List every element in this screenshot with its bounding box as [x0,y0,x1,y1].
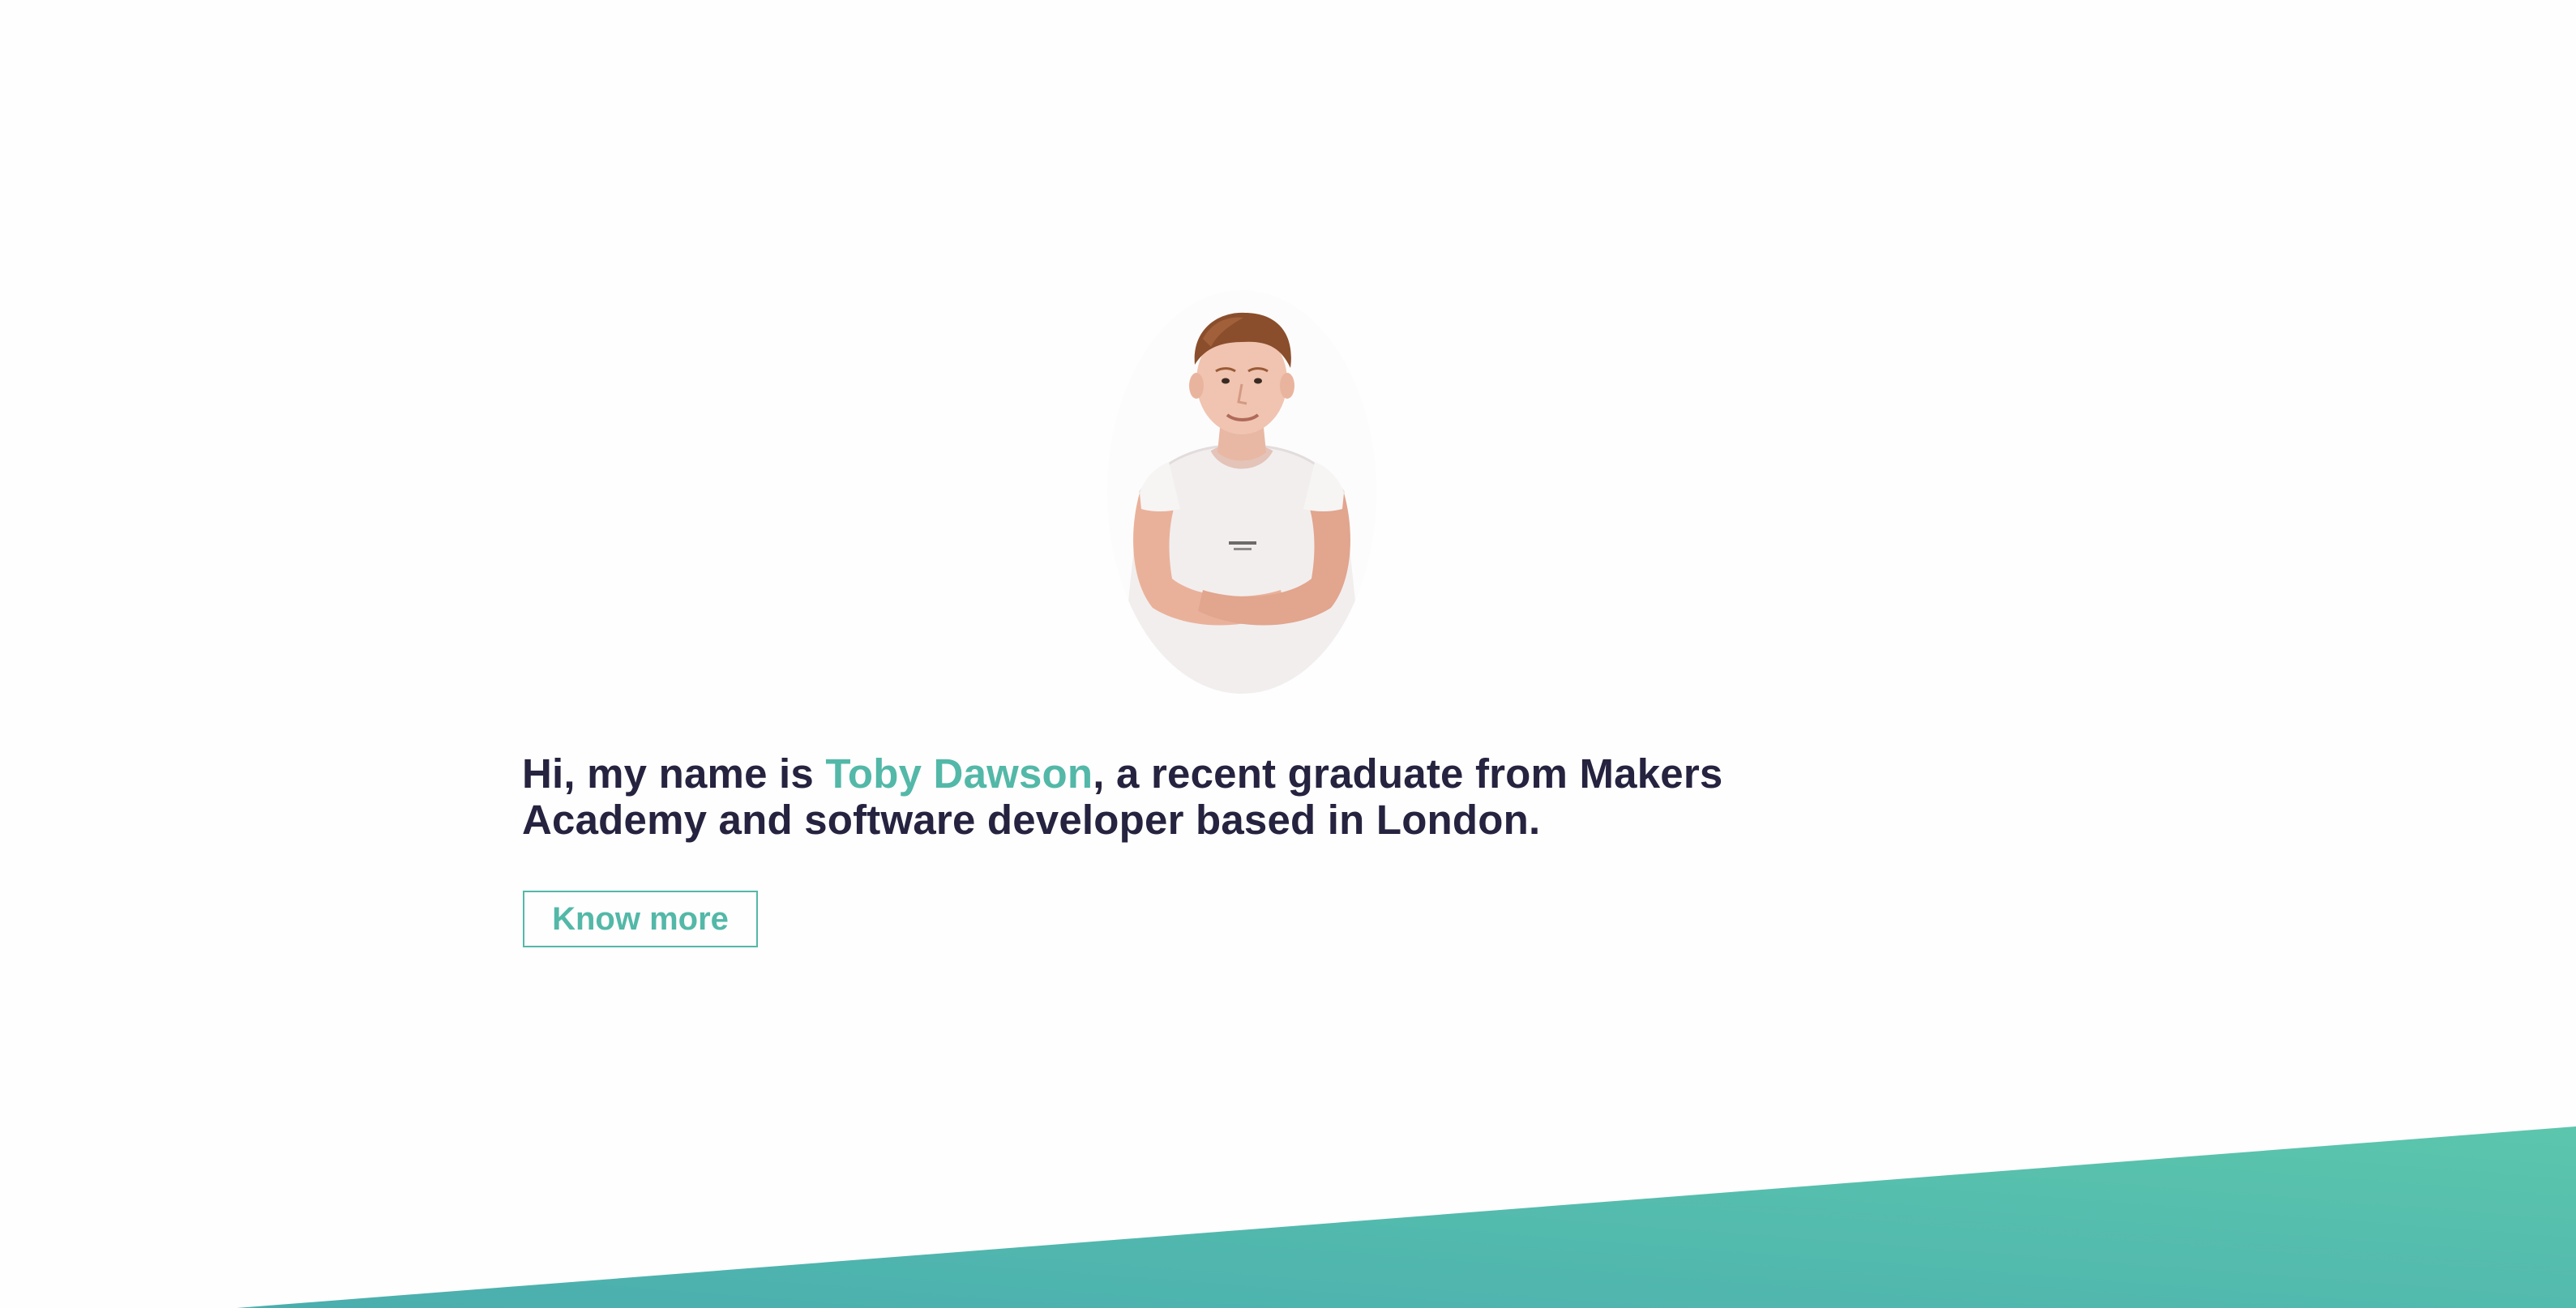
intro-prefix: Hi, my name is [522,750,826,797]
portrait-illustration [1107,290,1376,694]
profile-photo [1107,290,1376,694]
know-more-button[interactable]: Know more [523,891,758,947]
intro-name: Toby Dawson [825,750,1093,797]
hero-section: Hi, my name is Toby Dawson, a recent gra… [0,0,2576,1308]
intro-heading: Hi, my name is Toby Dawson, a recent gra… [522,750,1851,843]
